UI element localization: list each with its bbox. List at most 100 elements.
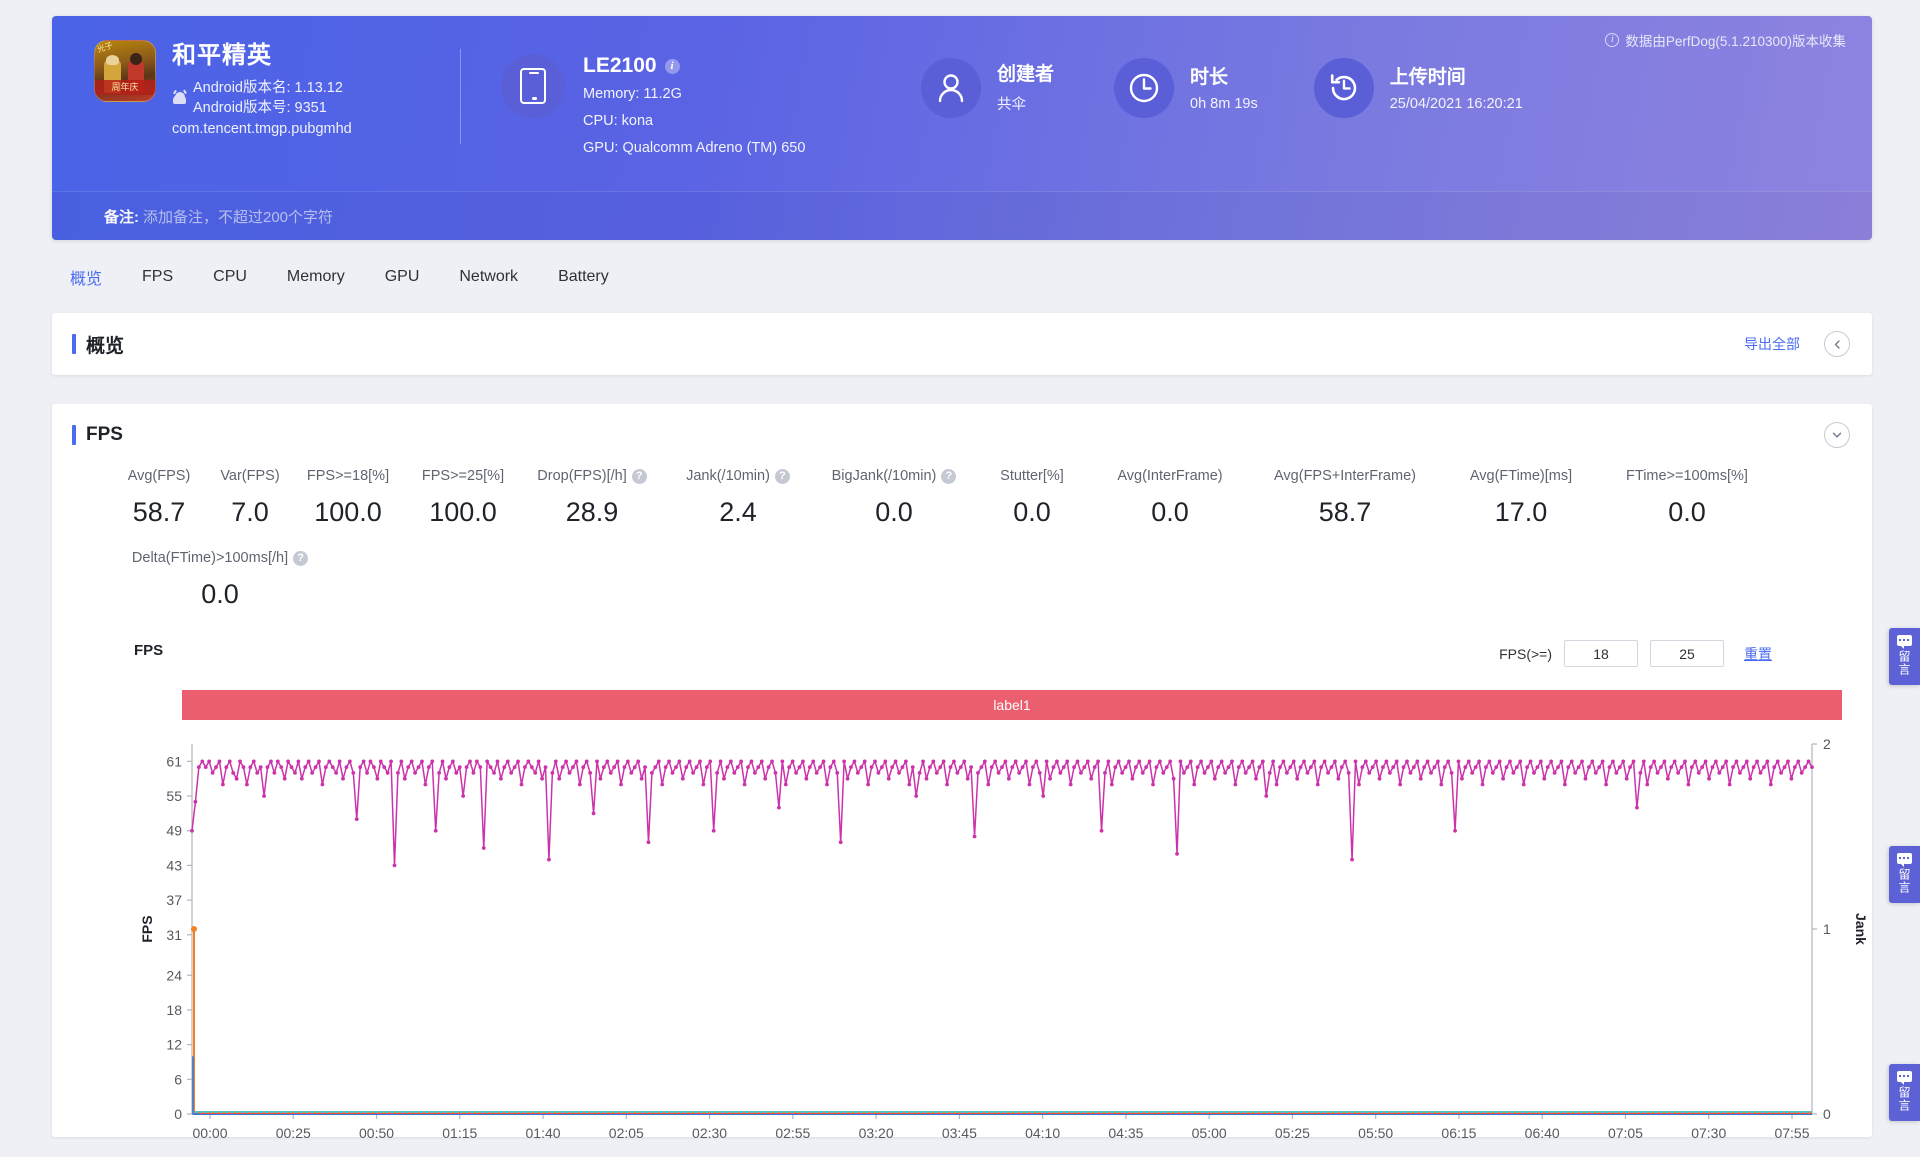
tab-network[interactable]: Network [457, 264, 520, 290]
metric-avg-interframe: Avg(InterFrame) 0.0 [1090, 466, 1250, 528]
svg-text:49: 49 [166, 823, 182, 839]
svg-text:2: 2 [1823, 736, 1831, 752]
svg-text:0: 0 [174, 1106, 182, 1122]
tab-cpu[interactable]: CPU [211, 264, 249, 290]
side-tab-label: 留言 [1897, 868, 1911, 894]
reset-link[interactable]: 重置 [1744, 644, 1772, 664]
metric-ftime-ge-100ms: FTime>=100ms[%] 0.0 [1602, 466, 1772, 528]
label-band[interactable]: label1 [182, 690, 1842, 720]
svg-text:00:00: 00:00 [192, 1125, 227, 1141]
tab-memory[interactable]: Memory [285, 264, 347, 290]
metric-label: Drop(FPS)[/h] [537, 468, 627, 484]
svg-text:03:45: 03:45 [942, 1125, 977, 1141]
metric-label: Avg(FTime)[ms] [1469, 468, 1573, 484]
side-tab-message-2[interactable]: 留言 [1889, 846, 1920, 903]
icon-band-text: 周年庆 [111, 82, 139, 92]
device-gpu: GPU: Qualcomm Adreno (TM) 650 [583, 140, 806, 156]
phone-icon-circle [501, 54, 565, 118]
svg-text:03:20: 03:20 [859, 1125, 894, 1141]
svg-text:02:55: 02:55 [775, 1125, 810, 1141]
fps-threshold-input-1[interactable] [1564, 640, 1638, 667]
icon-figure-right-head [130, 53, 142, 65]
chevron-down-icon [1832, 432, 1842, 438]
side-tab-message-1[interactable]: 留言 [1889, 628, 1920, 685]
message-icon [1897, 853, 1912, 867]
app-name: 和平精英 [172, 42, 272, 69]
pubg-mobile-app-icon: 光子 周年庆 [94, 40, 156, 102]
report-header: 光子 周年庆 和平精英 Android版本名: 1.13.12 Android版… [52, 16, 1872, 240]
android-icon [172, 89, 187, 106]
note-bar[interactable]: 备注: 添加备注，不超过200个字符 [52, 191, 1872, 240]
chart-header: FPS FPS(>=) 重置 [52, 640, 1872, 682]
tab-fps[interactable]: FPS [140, 264, 175, 290]
accent-bar [72, 425, 76, 445]
tab-battery[interactable]: Battery [556, 264, 611, 290]
fps-chart-svg[interactable]: 06121824313743495561012FPS Jank00:00 00:25… [132, 734, 1872, 1157]
help-icon[interactable]: ? [941, 468, 957, 484]
svg-text:07:30: 07:30 [1691, 1125, 1726, 1141]
clock-icon [1129, 73, 1159, 103]
metric-label: Avg(FPS) [127, 468, 191, 484]
help-icon[interactable]: ? [631, 468, 647, 484]
metric-value: 100.0 [314, 497, 382, 527]
info-icon[interactable]: i [664, 58, 680, 74]
fps-threshold-input-2[interactable] [1650, 640, 1724, 667]
tab-gpu[interactable]: GPU [383, 264, 422, 290]
fps-card-header: FPS [52, 404, 1872, 466]
metric-value: 0.0 [1013, 497, 1051, 527]
tab-overview[interactable]: 概览 [68, 261, 104, 293]
side-tab-label: 留言 [1897, 1086, 1911, 1112]
device-model-row: LE2100 i [583, 54, 805, 78]
device-info-block: LE2100 i Memory: 11.2G CPU: kona GPU: Qu… [501, 16, 861, 159]
icon-figure-left-head [106, 55, 119, 65]
header-main: 光子 周年庆 和平精英 Android版本名: 1.13.12 Android版… [52, 16, 1872, 191]
metric-fps-ge-25: FPS>=25[%] 100.0 [404, 466, 522, 528]
duration-meta: 时长 0h 8m 19s [1190, 65, 1258, 112]
creator-value: 共伞 [997, 97, 1026, 113]
device-meta: LE2100 i Memory: 11.2G CPU: kona GPU: Qu… [583, 54, 805, 159]
metric-value: 2.4 [719, 497, 757, 527]
svg-text:02:05: 02:05 [609, 1125, 644, 1141]
side-tab-label: 留言 [1897, 650, 1911, 676]
metric-value: 28.9 [565, 497, 619, 527]
message-icon [1897, 1071, 1912, 1085]
fps-chart[interactable]: 0 6 12 18 24 31 37 43 49 55 61 0 1 2 FPS Jank 00:00 00:25… [132, 734, 1872, 1157]
svg-text:31: 31 [166, 927, 182, 943]
duration-block: 时长 0h 8m 19s [1114, 16, 1258, 118]
svg-text:01:15: 01:15 [442, 1125, 477, 1141]
export-all-link[interactable]: 导出全部 [1744, 334, 1800, 354]
note-input-placeholder[interactable]: 添加备注，不超过200个字符 [143, 206, 333, 227]
svg-text:61: 61 [166, 753, 182, 769]
expand-down-button[interactable] [1824, 422, 1850, 448]
metric-var-fps: Var(FPS) 7.0 [208, 466, 292, 528]
svg-text:04:35: 04:35 [1108, 1125, 1143, 1141]
svg-text:12: 12 [166, 1037, 182, 1053]
svg-text:06:15: 06:15 [1441, 1125, 1476, 1141]
app-package-name: com.tencent.tmgp.pubgmhd [172, 121, 352, 137]
metric-label: Avg(FPS+InterFrame) [1274, 468, 1416, 484]
metric-value: 0.0 [1668, 497, 1706, 527]
upload-time-title: 上传时间 [1389, 66, 1466, 88]
svg-text:55: 55 [166, 788, 182, 804]
perfdog-report-page: 光子 周年庆 和平精英 Android版本名: 1.13.12 Android版… [0, 0, 1920, 1157]
side-tab-message-3[interactable]: 留言 [1889, 1064, 1920, 1121]
help-icon[interactable]: ? [293, 550, 309, 566]
metric-label: Jank(/10min) [686, 468, 770, 484]
fps-metrics: Avg(FPS) 58.7 Var(FPS) 7.0 FPS>=18[%] 10… [52, 466, 1872, 610]
svg-text:00:25: 00:25 [276, 1125, 311, 1141]
duration-value: 0h 8m 19s [1190, 95, 1258, 112]
metric-label: Avg(InterFrame) [1117, 468, 1223, 484]
chart-title: FPS [134, 642, 164, 659]
collapse-left-button[interactable] [1824, 331, 1850, 357]
upload-time-meta: 上传时间 25/04/2021 16:20:21 [1390, 65, 1523, 112]
app-info-block: 光子 周年庆 和平精英 Android版本名: 1.13.12 Android版… [52, 16, 460, 137]
user-icon [938, 74, 964, 103]
svg-text:6: 6 [174, 1071, 182, 1087]
svg-text:37: 37 [166, 892, 182, 908]
help-icon[interactable]: ? [774, 468, 790, 484]
duration-title: 时长 [1190, 66, 1229, 88]
app-version-code: Android版本号: 9351 [193, 100, 327, 116]
device-model: LE2100 [583, 54, 657, 77]
metric-value: 58.7 [132, 497, 186, 527]
metric-value: 7.0 [231, 497, 269, 527]
